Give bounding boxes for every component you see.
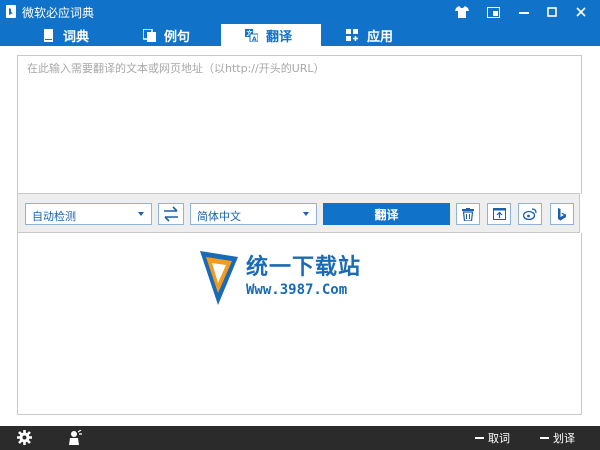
voice-button[interactable]: [68, 430, 82, 445]
close-icon: [576, 7, 586, 17]
download-site-logo-icon: [200, 251, 238, 305]
trash-icon: [462, 207, 474, 221]
person-speaking-icon: [69, 430, 82, 445]
translate-icon: 文 A: [245, 28, 258, 42]
bing-dictionary-app-icon: [6, 5, 16, 18]
settings-button[interactable]: [17, 430, 32, 445]
share-weibo-button[interactable]: [518, 203, 542, 225]
source-language-select[interactable]: 自动检测: [25, 203, 152, 225]
svg-text:A: A: [252, 36, 257, 42]
tab-examples[interactable]: 例句: [143, 24, 190, 46]
translate-toolbar: 自动检测 简体中文 翻译: [17, 193, 580, 233]
mini-window-icon: [486, 6, 500, 18]
weibo-icon: [523, 208, 537, 220]
top-window-button[interactable]: [487, 203, 511, 225]
dash-icon: [540, 437, 549, 439]
source-language-value: 自动检测: [32, 210, 76, 223]
shirt-icon: [455, 6, 469, 18]
maximize-icon: [547, 7, 557, 17]
tab-translate[interactable]: 文 A 翻译: [221, 24, 321, 46]
translate-button[interactable]: 翻译: [323, 203, 450, 225]
title-bar: 微软必应词典: [0, 0, 600, 24]
skin-button[interactable]: [450, 2, 474, 22]
swap-languages-button[interactable]: [158, 203, 184, 225]
clear-button[interactable]: [456, 203, 480, 225]
word-capture-label: 取词: [488, 432, 510, 445]
mini-mode-button[interactable]: [481, 2, 505, 22]
watermark-brand: 统一下载站: [246, 255, 362, 280]
tab-apps[interactable]: 应用: [346, 24, 393, 46]
chevron-down-icon: [138, 212, 144, 216]
tab-bar: 词典 例句 文 A 翻译 应用: [0, 24, 600, 46]
watermark-logo: 统一下载站 Www.3987.Com: [198, 247, 398, 307]
translation-output: 统一下载站 Www.3987.Com: [17, 233, 582, 415]
bing-logo-icon: [558, 207, 566, 220]
dash-icon: [475, 437, 484, 439]
tab-label: 词典: [63, 29, 90, 45]
close-button[interactable]: [569, 2, 593, 22]
watermark-url: Www.3987.Com: [246, 282, 348, 298]
select-translate-label: 划译: [553, 432, 575, 445]
copy-icon: [143, 28, 156, 42]
apps-icon: [346, 28, 358, 41]
swap-arrows-icon: [164, 206, 178, 222]
bing-button[interactable]: [550, 203, 574, 225]
minimize-button[interactable]: [512, 2, 536, 22]
status-bar: 取词 划译: [0, 426, 600, 450]
window-title: 微软必应词典: [22, 6, 95, 20]
chevron-down-icon: [303, 212, 309, 216]
source-text-input[interactable]: 在此输入需要翻译的文本或网页地址（以http://开头的URL）: [17, 55, 582, 194]
target-language-select[interactable]: 简体中文: [190, 203, 317, 225]
word-capture-toggle[interactable]: 取词: [475, 430, 510, 446]
tab-label: 翻译: [266, 29, 293, 45]
maximize-button[interactable]: [540, 2, 564, 22]
gear-icon: [17, 430, 32, 445]
tab-label: 应用: [367, 29, 394, 45]
book-icon: [44, 28, 53, 42]
tab-label: 例句: [164, 29, 191, 45]
target-language-value: 简体中文: [197, 210, 241, 223]
minimize-icon: [519, 12, 529, 14]
window-upload-icon: [492, 208, 506, 220]
select-translate-toggle[interactable]: 划译: [540, 430, 575, 446]
tab-dictionary[interactable]: 词典: [42, 24, 89, 46]
source-text-placeholder: 在此输入需要翻译的文本或网页地址（以http://开头的URL）: [27, 62, 325, 75]
